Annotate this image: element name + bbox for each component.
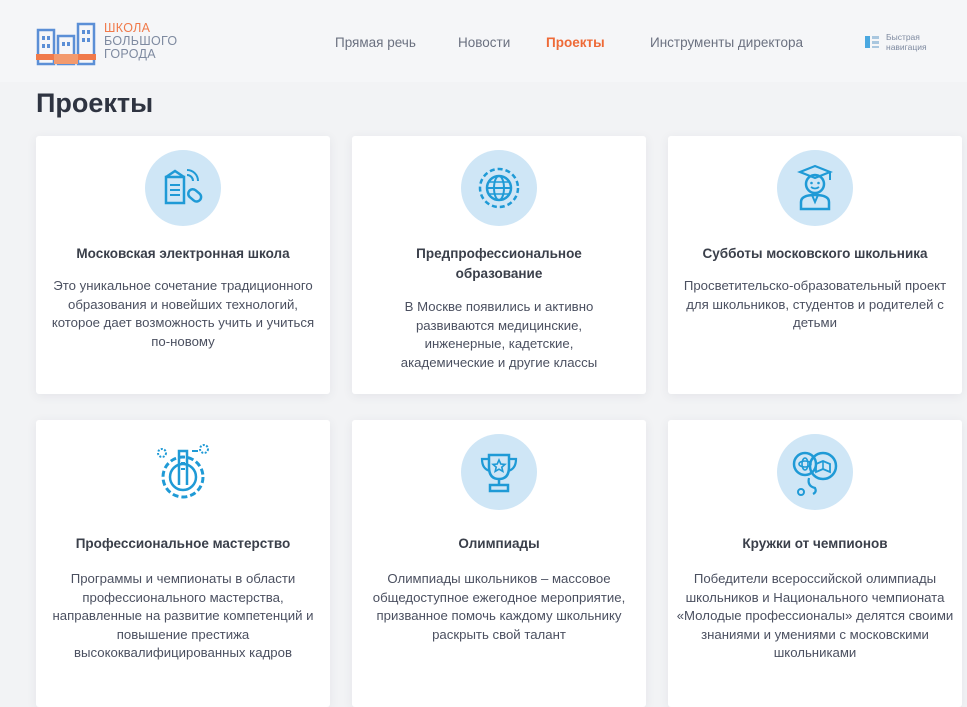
quick-nav-button[interactable]: Быстрая навигация: [864, 32, 954, 54]
card-icon-circle: [145, 150, 221, 226]
card-description: В Москве появились и активно развиваются…: [400, 299, 598, 370]
nav-item-news[interactable]: Новости: [458, 35, 510, 50]
card-description: Победители всероссийской олимпиады школь…: [676, 571, 954, 660]
nav-item-projects[interactable]: Проекты: [546, 35, 605, 50]
globe-gear-icon: [478, 167, 520, 209]
card-description: Просветительско-образовательный проект д…: [683, 278, 947, 330]
logo-text: ШКОЛА БОЛЬШОГО ГОРОДА: [104, 22, 177, 61]
card-icon-circle: [461, 150, 537, 226]
project-card-saturdays[interactable]: Субботы московского школьника Просветите…: [668, 136, 962, 394]
card-title: Олимпиады: [458, 536, 540, 551]
project-card-electronic-school[interactable]: Московская электронная школа Это уникаль…: [36, 136, 330, 394]
graduate-student-icon: [797, 164, 833, 211]
nav-item-director-tools[interactable]: Инструменты директора: [650, 35, 803, 50]
project-card-preprofessional[interactable]: Предпрофессиональное образование В Москв…: [352, 136, 646, 394]
quick-nav-line-1: Быстрая: [886, 32, 920, 42]
logo-buildings-icon: [36, 22, 96, 66]
card-description: Программы и чемпионаты в области професс…: [52, 571, 314, 660]
page-title: Проекты: [36, 88, 154, 118]
card-description: Олимпиады школьников – массовое общедост…: [372, 571, 626, 642]
gear-tools-icon: [157, 444, 209, 499]
card-title: Кружки от чемпионов: [742, 536, 888, 551]
project-card-champion-clubs[interactable]: Кружки от чемпионов Победители всероссий…: [668, 420, 962, 707]
card-title: Московская электронная школа: [76, 246, 290, 261]
quick-nav-label: Быстрая навигация: [886, 32, 946, 52]
card-icon-circle: [777, 150, 853, 226]
card-icon-circle: [777, 434, 853, 510]
logo-line-3: ГОРОДА: [104, 47, 156, 61]
site-header: ШКОЛА БОЛЬШОГО ГОРОДА Прямая речь Новост…: [0, 0, 967, 82]
quick-nav-icon: [865, 36, 879, 48]
electronic-school-icon: [164, 169, 203, 205]
trophy-icon: [480, 453, 518, 493]
card-title: Субботы московского школьника: [702, 246, 928, 261]
project-card-professional-skills[interactable]: Профессиональное мастерство Программы и …: [36, 420, 330, 707]
project-card-olympiads[interactable]: Олимпиады Олимпиады школьников – массово…: [352, 420, 646, 707]
site-logo[interactable]: ШКОЛА БОЛЬШОГО ГОРОДА: [36, 20, 206, 66]
card-icon-circle: [461, 434, 537, 510]
card-description: Это уникальное сочетание традиционного о…: [51, 278, 315, 349]
nav-item-direct-speech[interactable]: Прямая речь: [335, 35, 416, 50]
quick-nav-line-2: навигация: [886, 42, 927, 52]
science-ideas-icon: [792, 451, 838, 496]
card-title: Предпрофессиональное образование: [416, 246, 582, 281]
card-icon-circle: [145, 434, 221, 510]
card-title: Профессиональное мастерство: [75, 536, 291, 551]
